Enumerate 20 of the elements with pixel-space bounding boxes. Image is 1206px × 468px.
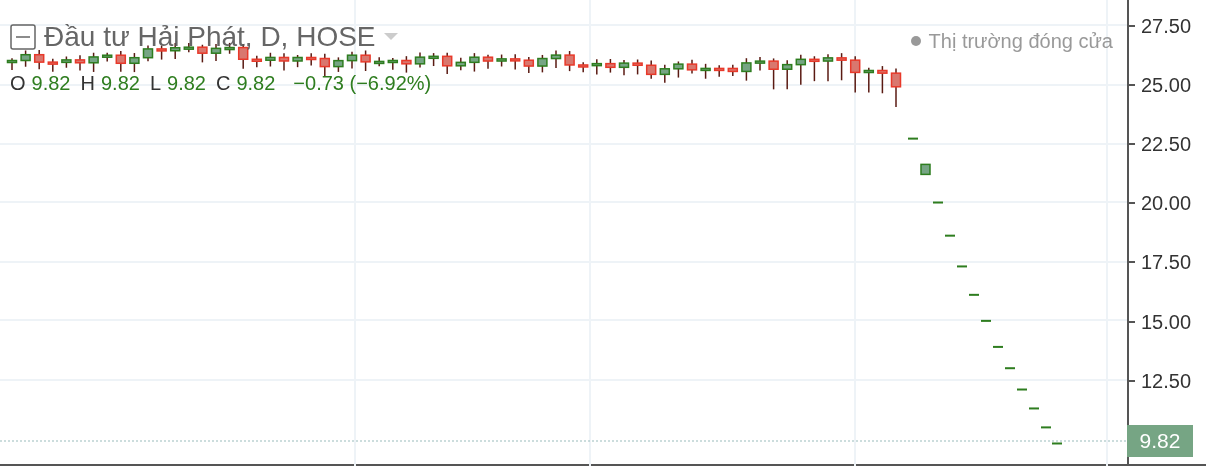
legend-label: C [215,71,231,96]
axis-label: 12.50 [1141,368,1192,394]
last-price-label: 9.82 [1127,425,1193,457]
market-status: Thị trường đóng cửa [928,29,1113,54]
collapse-icon[interactable] [10,24,36,50]
axis-label: 17.50 [1141,250,1192,276]
axis-label: 15.00 [1141,309,1192,335]
axis-label: 25.00 [1141,72,1192,98]
chart-title: Đầu tư Hải Phát, D, HOSE [44,20,376,54]
axis-label: 20.00 [1141,191,1192,217]
price-change: −0.73 (−6.92%) [293,71,432,96]
legend-label: O [10,71,26,96]
axis-label: 27.50 [1141,13,1192,39]
legend-value: 9.82 [236,71,276,96]
legend-label: H [80,71,95,96]
legend-label: L [149,71,161,96]
legend-value: 9.82 [167,71,206,96]
legend-value: 9.82 [100,71,140,96]
axis-label: 22.50 [1141,131,1192,157]
legend-value: 9.82 [31,71,71,96]
